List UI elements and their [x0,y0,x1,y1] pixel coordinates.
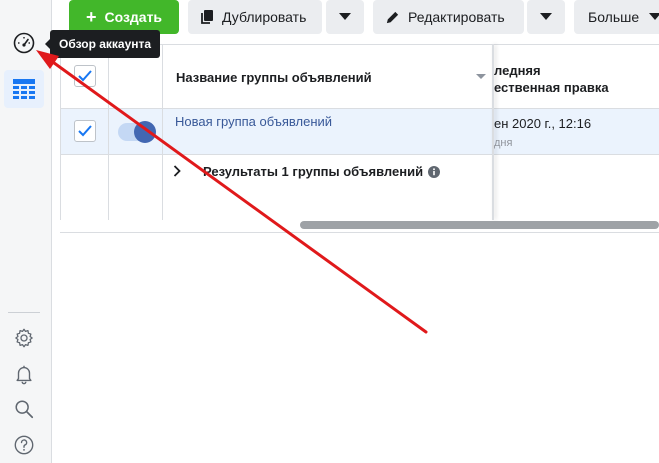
last-edit-date: ен 2020 г., 12:16 [494,116,592,131]
adset-name-link[interactable]: Новая группа объявлений [175,114,332,129]
select-all-checkbox[interactable] [74,65,96,87]
results-label: Результаты 1 группы объявлений [203,164,424,179]
column-header-last-edit[interactable]: ледняя ественная правка [494,62,609,96]
plus-icon: + [85,7,97,27]
search-icon [15,400,34,419]
notifications-button[interactable] [4,355,44,393]
search-button[interactable] [4,390,44,428]
column-header-name[interactable]: Название группы объявлений [176,70,372,85]
more-button-label: Больше [588,9,640,25]
settings-button[interactable] [4,319,44,357]
adset-toggle-knob[interactable] [134,121,156,143]
left-sidebar [0,0,52,463]
horizontal-scrollbar[interactable] [300,221,659,229]
sidebar-divider [8,312,40,313]
adsets-table: Название группы объявлений ледняя ествен… [60,44,659,224]
gauge-icon [13,32,35,54]
create-button-label: Создать [104,9,163,25]
account-overview-button[interactable] [4,24,44,62]
results-summary: Результаты 1 группы объявлений [203,164,441,179]
help-button[interactable] [4,426,44,463]
check-icon [78,125,92,137]
edit-button-label: Редактировать [408,9,505,25]
duplicate-icon [201,10,213,24]
gear-icon [15,328,33,348]
caret-down-icon [649,13,659,20]
duplicate-dropdown-button[interactable] [326,0,364,34]
duplicate-button[interactable]: Дублировать [188,0,322,34]
account-overview-tooltip: Обзор аккаунта [44,30,161,58]
table-bottom-border [60,232,659,233]
sort-caret-icon[interactable] [476,74,486,80]
table-icon [13,79,35,99]
ads-manager-table-button[interactable] [4,70,44,108]
edit-dropdown-button[interactable] [527,0,565,34]
check-icon [78,70,92,82]
column-divider [162,44,163,220]
more-button[interactable]: Больше [574,0,659,34]
bell-icon [16,365,32,385]
duplicate-button-label: Дублировать [222,9,307,25]
info-icon[interactable] [428,165,441,178]
row-checkbox[interactable] [74,120,96,142]
edit-button[interactable]: Редактировать [373,0,524,34]
create-button[interactable]: + Создать [69,0,179,34]
table-left-border [60,44,61,220]
pencil-icon [386,11,399,23]
caret-down-icon [339,13,351,20]
last-edit-subtext: дня [494,137,513,149]
column-divider [108,44,109,220]
caret-down-icon [540,13,552,20]
help-icon [14,435,34,455]
chevron-right-icon[interactable] [173,165,181,177]
